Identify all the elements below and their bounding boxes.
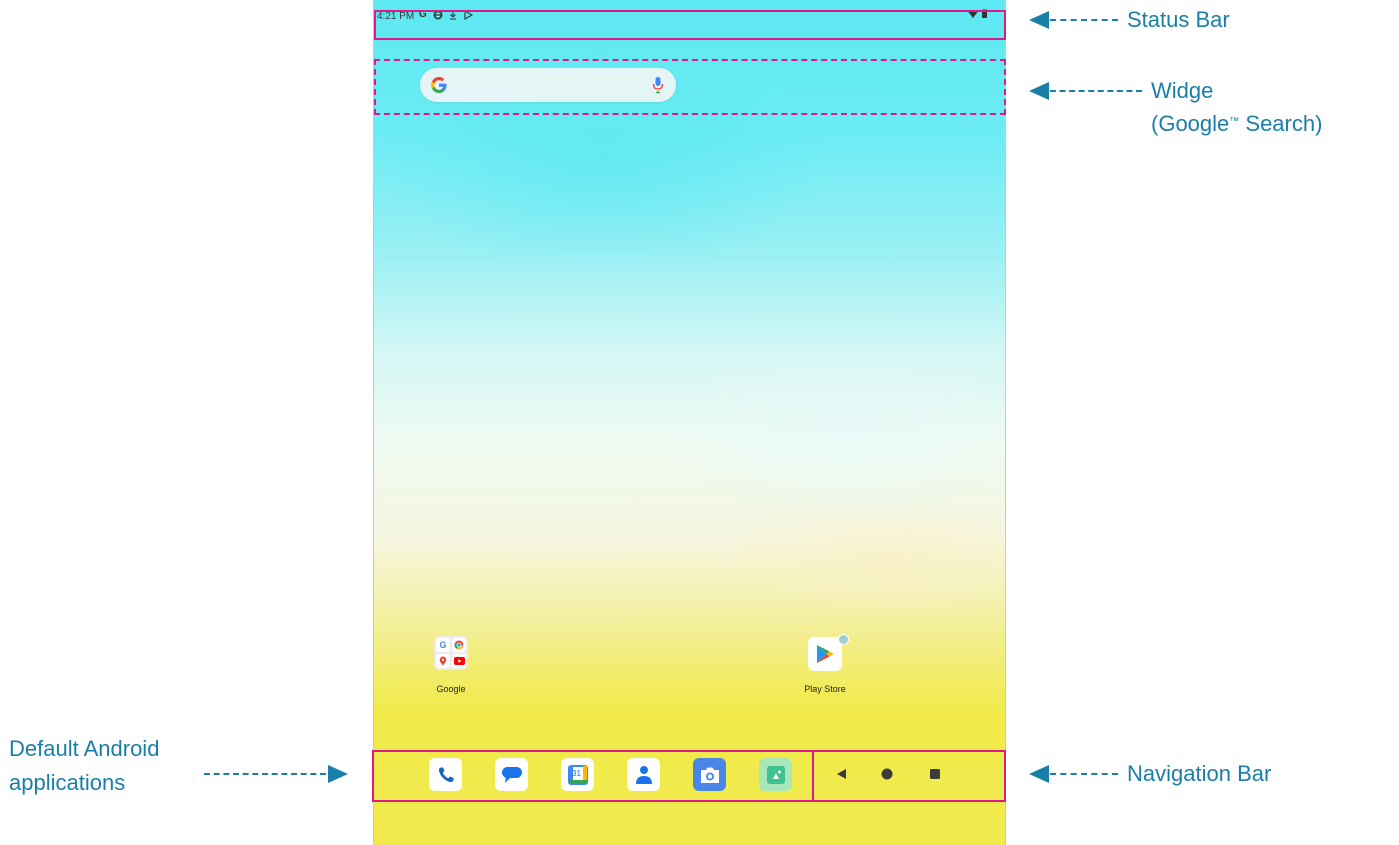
default-apps-arrow-icon	[328, 765, 348, 783]
google-mini-letter: G	[439, 640, 447, 650]
trademark-symbol: ™	[1229, 116, 1240, 127]
widget-annotation-search: Search)	[1239, 111, 1323, 136]
widget-leader-line	[1050, 90, 1142, 92]
google-folder-label: Google	[436, 684, 466, 694]
default-apps-leader-line	[204, 773, 326, 775]
play-store-icon	[817, 645, 834, 663]
status-bar-arrow-icon	[1029, 11, 1049, 29]
chrome-app-mini-icon	[452, 638, 466, 652]
maps-app-mini-icon	[436, 654, 450, 668]
google-apps-folder[interactable]: G	[434, 636, 468, 670]
navigation-bar-annotation: Navigation Bar	[1127, 761, 1272, 786]
default-apps-annotation-line2: applications	[9, 770, 126, 795]
widget-annotation-line2: (Google™ Search)	[1151, 109, 1322, 138]
youtube-icon	[453, 657, 465, 665]
youtube-app-mini-icon	[452, 654, 466, 668]
widget-arrow-icon	[1029, 82, 1049, 100]
widget-highlight	[374, 59, 1006, 115]
navigation-bar-highlight	[812, 750, 1006, 802]
widget-annotation-line1: Widge	[1151, 78, 1214, 103]
navigation-bar-leader-line	[1050, 773, 1118, 775]
notification-dot	[838, 634, 849, 645]
status-bar-annotation: Status Bar	[1127, 7, 1230, 32]
chrome-icon	[454, 640, 464, 650]
play-store-label: Play Store	[804, 684, 846, 694]
widget-annotation-google: (Google	[1151, 111, 1230, 136]
status-bar-leader-line	[1050, 19, 1118, 21]
default-apps-highlight	[372, 750, 814, 802]
play-store-app[interactable]	[808, 637, 842, 671]
google-app-mini-icon: G	[436, 638, 450, 652]
default-apps-annotation-line1: Default Android	[9, 736, 160, 761]
maps-icon	[439, 656, 447, 666]
tablet-home-screen: 4:21 PM G G Google Play Store 31	[373, 0, 1006, 845]
status-bar-highlight	[374, 10, 1006, 40]
navigation-bar-arrow-icon	[1029, 765, 1049, 783]
